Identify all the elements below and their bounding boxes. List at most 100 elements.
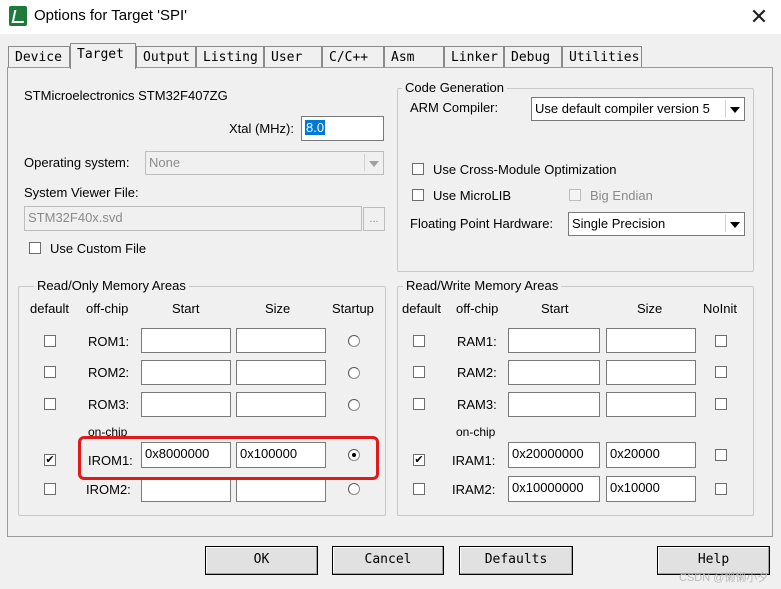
ram3-default-checkbox[interactable]: [413, 398, 425, 410]
ram3-start-input[interactable]: [508, 392, 600, 417]
big-endian-checkbox[interactable]: [569, 189, 581, 201]
ram-header-start: Start: [541, 301, 569, 316]
rom1-default-checkbox[interactable]: [44, 335, 56, 347]
ram2-label: RAM2:: [457, 365, 497, 380]
irom2-size-input[interactable]: [236, 477, 326, 502]
ram3-size-input[interactable]: [606, 392, 696, 417]
iram1-start-input[interactable]: 0x20000000: [508, 442, 600, 468]
ok-button[interactable]: OK: [205, 546, 318, 575]
big-endian-label: Big Endian: [590, 188, 653, 203]
rom1-start-input[interactable]: [141, 328, 231, 353]
tab-debug[interactable]: Debug: [504, 46, 562, 67]
ram1-start-input[interactable]: [508, 328, 600, 353]
svf-label: System Viewer File:: [24, 185, 139, 200]
rom-header-start: Start: [172, 301, 200, 316]
iram1-size-input[interactable]: 0x20000: [606, 442, 696, 468]
svf-input[interactable]: STM32F40x.svd: [24, 206, 362, 231]
rom1-size-input[interactable]: [236, 328, 326, 353]
code-generation-legend: Code Generation: [402, 80, 508, 95]
os-value: None: [149, 155, 181, 170]
rom-header-offchip: off-chip: [86, 301, 129, 316]
ram2-noinit-checkbox[interactable]: [715, 366, 727, 378]
close-icon[interactable]: ✕: [745, 3, 773, 31]
xtal-label: Xtal (MHz):: [229, 121, 294, 136]
use-custom-file-checkbox[interactable]: [29, 242, 41, 254]
chevron-down-icon: [725, 100, 742, 117]
rom2-startup-radio[interactable]: [348, 367, 360, 379]
xtal-input[interactable]: 8.0: [301, 116, 384, 141]
ram1-default-checkbox[interactable]: [413, 335, 425, 347]
ram2-default-checkbox[interactable]: [413, 366, 425, 378]
tab-user[interactable]: User: [264, 46, 322, 67]
iram2-default-checkbox[interactable]: [413, 483, 425, 495]
ram1-size-input[interactable]: [606, 328, 696, 353]
check-icon: ✔: [45, 454, 55, 466]
tab-linker[interactable]: Linker: [444, 46, 504, 67]
tab-utilities[interactable]: Utilities: [562, 46, 642, 67]
tab-listing[interactable]: Listing: [196, 46, 264, 67]
cross-module-checkbox[interactable]: [412, 163, 424, 175]
os-select[interactable]: None: [145, 151, 384, 175]
ram-header-default: default: [402, 301, 442, 316]
iram1-default-checkbox[interactable]: ✔: [413, 454, 425, 466]
rom2-default-checkbox[interactable]: [44, 366, 56, 378]
ram2-size-input[interactable]: [606, 360, 696, 385]
irom2-default-checkbox[interactable]: [44, 483, 56, 495]
rom1-startup-radio[interactable]: [348, 335, 360, 347]
iram2-label: IRAM2:: [452, 482, 496, 497]
irom1-default-checkbox[interactable]: ✔: [44, 454, 56, 466]
xtal-value: 8.0: [305, 120, 326, 135]
rom3-size-input[interactable]: [236, 392, 326, 417]
rom3-start-input[interactable]: [141, 392, 231, 417]
fph-label: Floating Point Hardware:: [410, 216, 554, 231]
chevron-down-icon: [725, 215, 742, 232]
fph-select[interactable]: Single Precision: [568, 212, 745, 236]
tab-target[interactable]: Target: [70, 43, 136, 69]
rom3-default-checkbox[interactable]: [44, 398, 56, 410]
ram-header-offchip: off-chip: [456, 301, 499, 316]
rom1-label: ROM1:: [88, 334, 130, 349]
check-icon: ✔: [414, 454, 424, 466]
cross-module-label: Use Cross-Module Optimization: [433, 162, 617, 177]
arm-compiler-label: ARM Compiler:: [410, 100, 499, 115]
ram3-label: RAM3:: [457, 397, 497, 412]
rom-header-default: default: [30, 301, 70, 316]
fph-value: Single Precision: [572, 216, 666, 231]
ram2-start-input[interactable]: [508, 360, 600, 385]
microlib-checkbox[interactable]: [412, 189, 424, 201]
highlight-box: [78, 436, 379, 480]
iram1-noinit-checkbox[interactable]: [715, 449, 727, 461]
rom-header-size: Size: [265, 301, 291, 316]
irom2-startup-radio[interactable]: [348, 483, 360, 495]
ram1-label: RAM1:: [457, 334, 497, 349]
ram3-noinit-checkbox[interactable]: [715, 398, 727, 410]
arm-compiler-select[interactable]: Use default compiler version 5: [531, 97, 745, 121]
microlib-label: Use MicroLIB: [433, 188, 512, 203]
irom2-start-input[interactable]: [141, 477, 231, 502]
iram2-start-input[interactable]: 0x10000000: [508, 476, 600, 502]
os-label: Operating system:: [24, 155, 130, 170]
rom3-startup-radio[interactable]: [348, 399, 360, 411]
tab-output[interactable]: Output: [136, 46, 196, 67]
ram-onchip-label: on-chip: [456, 425, 496, 439]
rom3-label: ROM3:: [88, 397, 130, 412]
cancel-button[interactable]: Cancel: [332, 546, 444, 575]
ram-header-size: Size: [637, 301, 663, 316]
rom-legend: Read/Only Memory Areas: [34, 278, 189, 293]
device-name: STMicroelectronics STM32F407ZG: [24, 88, 228, 103]
svf-browse-button[interactable]: ...: [363, 207, 385, 231]
window-title: Options for Target 'SPI': [34, 7, 188, 24]
rom2-label: ROM2:: [88, 365, 130, 380]
keil-app-icon: [9, 6, 27, 26]
rom2-size-input[interactable]: [236, 360, 326, 385]
tab-device[interactable]: Device: [8, 46, 70, 67]
iram2-size-input[interactable]: 0x10000: [606, 476, 696, 502]
iram2-noinit-checkbox[interactable]: [715, 483, 727, 495]
irom2-label: IROM2:: [86, 482, 131, 497]
defaults-button[interactable]: Defaults: [459, 546, 573, 575]
tab-cpp[interactable]: C/C++: [322, 46, 384, 67]
rom2-start-input[interactable]: [141, 360, 231, 385]
chevron-down-icon: [364, 154, 381, 171]
ram1-noinit-checkbox[interactable]: [715, 335, 727, 347]
tab-asm[interactable]: Asm: [384, 46, 444, 67]
